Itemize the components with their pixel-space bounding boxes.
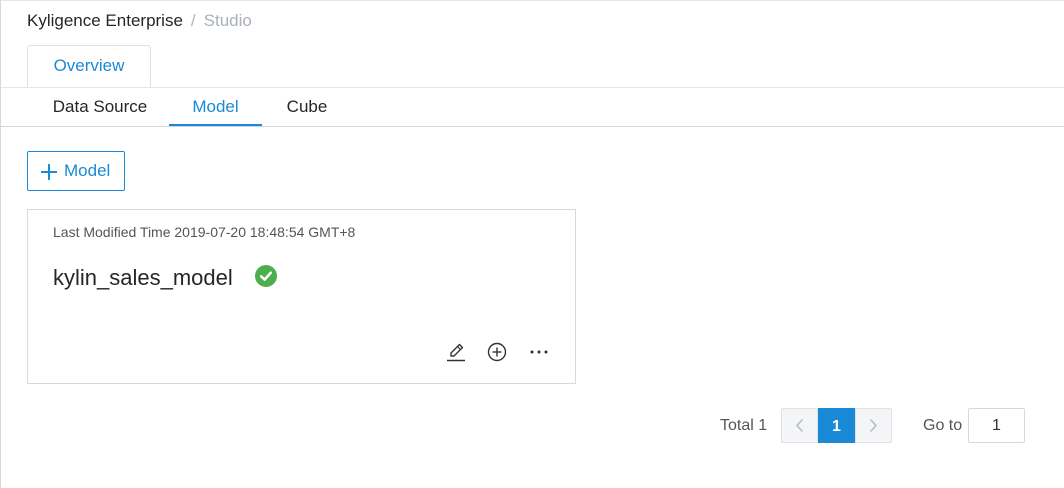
chevron-right-icon <box>870 419 877 432</box>
prev-page-button[interactable] <box>781 408 818 443</box>
breadcrumb-root[interactable]: Kyligence Enterprise <box>27 11 183 30</box>
add-model-label: Model <box>64 161 111 180</box>
model-card[interactable]: Last Modified Time 2019-07-20 18:48:54 G… <box>27 209 576 384</box>
subtab-data-source[interactable]: Data Source <box>37 88 163 126</box>
add-circle-icon[interactable] <box>486 341 508 363</box>
model-name[interactable]: kylin_sales_model <box>53 265 233 291</box>
breadcrumb: Kyligence Enterprise / Studio <box>27 10 252 32</box>
subtab-bar: Data Source Model Cube <box>1 88 1064 128</box>
goto-label: Go to <box>923 417 963 434</box>
pagination-total: Total 1 <box>720 417 768 434</box>
subtabs-divider <box>1 126 1064 127</box>
last-modified-time: Last Modified Time 2019-07-20 18:48:54 G… <box>53 224 356 240</box>
page-number-current[interactable]: 1 <box>818 408 855 443</box>
edit-icon[interactable] <box>445 341 467 363</box>
plus-icon <box>41 164 57 180</box>
breadcrumb-current: Studio <box>203 11 252 30</box>
top-border <box>1 0 1064 1</box>
chevron-left-icon <box>796 419 803 432</box>
breadcrumb-separator: / <box>190 11 196 30</box>
more-icon[interactable] <box>528 341 550 363</box>
check-circle-icon <box>255 265 277 287</box>
tab-overview[interactable]: Overview <box>27 45 151 87</box>
subtab-cube[interactable]: Cube <box>271 88 343 126</box>
goto-page-input[interactable] <box>968 408 1025 443</box>
next-page-button[interactable] <box>855 408 892 443</box>
subtab-model[interactable]: Model <box>169 88 262 126</box>
add-model-button[interactable]: Model <box>27 151 125 191</box>
